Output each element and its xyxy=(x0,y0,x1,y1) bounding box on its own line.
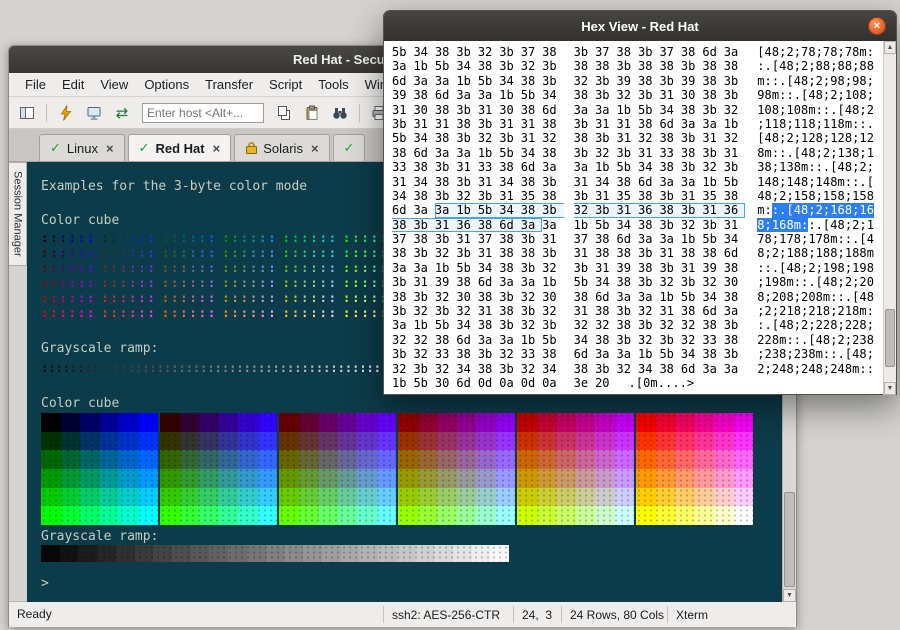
shell-prompt: > xyxy=(41,576,49,591)
hex-row: 3134383b3134383b3134386d3a3a1b5b148;148;… xyxy=(392,175,896,189)
tab-linux[interactable]: ✓ Linux × xyxy=(39,134,125,161)
hex-scrollbar[interactable]: ▲ ▼ xyxy=(883,41,896,395)
tab-close-icon[interactable]: × xyxy=(311,141,319,156)
hex-row: 3130383b3130386d3a3a1b5b34383b32108;108m… xyxy=(392,103,896,117)
hex-row: 5b34383b323b3132383b3132383b3132[48;2;12… xyxy=(392,131,896,145)
grayscale-label: Grayscale ramp: xyxy=(41,341,158,356)
color-cube-text-row: :::::::::::::::::::::::::::::::::::: xyxy=(41,231,398,246)
color-cube-block xyxy=(279,413,396,525)
status-terminal-size: 24 Rows, 80 Cols xyxy=(561,606,667,623)
big-color-cube xyxy=(41,413,753,525)
scrollbar-thumb[interactable] xyxy=(784,492,795,587)
color-cube-label: Color cube xyxy=(41,213,119,228)
tab-label: Solaris xyxy=(263,141,303,156)
hex-view-window: Hex View - Red Hat × 5b34383b323b37383b3… xyxy=(383,10,897,395)
hex-row: 6d3a3a1b5b34383b323b3136383b3136m::.[48;… xyxy=(392,203,896,217)
status-ready: Ready xyxy=(17,607,52,621)
hex-row: 1b5b306d0d0a0d0a3e20.[0m....> xyxy=(392,376,896,390)
color-cube-block xyxy=(398,413,515,525)
small-grayscale-ramp: ::::::::::::::::::::::::::::::::::::::::… xyxy=(41,361,403,376)
color-cube-block xyxy=(517,413,634,525)
find-binoculars-icon[interactable] xyxy=(328,101,352,125)
hex-row: 383b323b3138383b3138383b3138386d8;2;188;… xyxy=(392,246,896,260)
statusbar-panels: ssh2: AES-256-CTR 24, 3 24 Rows, 80 Cols… xyxy=(383,602,725,627)
hex-row: 5b34383b323b37383b37383b37386d3a[48;2;78… xyxy=(392,45,896,59)
tab-close-icon[interactable]: × xyxy=(106,141,114,156)
color-cube-block xyxy=(160,413,277,525)
scrollbar-thumb[interactable] xyxy=(885,309,895,367)
reconnect-arrows-icon[interactable]: ⇄ xyxy=(110,101,134,125)
hex-row: 3a1b5b34383b323b3232383b3232383b:.[48;2;… xyxy=(392,318,896,332)
hex-row: 39386d3a3a1b5b34383b323b3130383b98m::.[4… xyxy=(392,88,896,102)
connected-check-icon: ✓ xyxy=(139,141,150,156)
tab-close-icon[interactable]: × xyxy=(213,141,221,156)
menu-item-view[interactable]: View xyxy=(92,77,136,92)
terminal-heading: Examples for the 3-byte color mode xyxy=(41,179,307,194)
menu-item-script[interactable]: Script xyxy=(261,77,310,92)
menu-item-edit[interactable]: Edit xyxy=(54,77,92,92)
connected-check-icon: ✓ xyxy=(344,141,355,156)
new-terminal-icon[interactable] xyxy=(82,101,106,125)
status-emulation: Xterm xyxy=(667,606,725,623)
session-manager-tab[interactable]: Session Manager xyxy=(9,162,27,266)
menu-item-transfer[interactable]: Transfer xyxy=(197,77,261,92)
tab-solaris[interactable]: Solaris × xyxy=(234,134,329,161)
color-cube-label-2: Color cube xyxy=(41,396,119,411)
color-cube-text-row: :::::::::::::::::::::::::::::::::::: xyxy=(41,291,398,306)
tab-red-hat[interactable]: ✓ Red Hat × xyxy=(128,134,232,161)
scroll-up-icon[interactable]: ▲ xyxy=(884,41,896,54)
hex-window-title: Hex View - Red Hat xyxy=(581,19,699,34)
hex-body[interactable]: 5b34383b323b37383b37383b37386d3a[48;2;78… xyxy=(384,41,896,394)
hex-row: 3b323b3231383b3231383b3231386d3a;2;218;2… xyxy=(392,304,896,318)
hex-row: 383b3136386d3a3a1b5b34383b323b318;168m::… xyxy=(392,218,896,232)
host-input[interactable] xyxy=(142,103,264,123)
menu-item-options[interactable]: Options xyxy=(136,77,197,92)
hex-row: 34383b323b3135383b3135383b31353848;2;158… xyxy=(392,189,896,203)
hex-row: 383b3230383b3230386d3a3a1b5b34388;208;20… xyxy=(392,290,896,304)
hex-row: 3b3233383b3233386d3a3a1b5b34383b;238;238… xyxy=(392,347,896,361)
lock-icon xyxy=(245,142,257,155)
hex-row: 3b3139386d3a3a1b5b34383b323b3230;198m::.… xyxy=(392,275,896,289)
status-cursor-position: 24, 3 xyxy=(513,606,561,623)
big-grayscale-ramp xyxy=(41,545,509,562)
hex-row: 386d3a3a1b5b34383b323b3133383b318m::.[48… xyxy=(392,146,896,160)
color-cube-text-row: :::::::::::::::::::::::::::::::::::: xyxy=(41,261,398,276)
color-cube-block xyxy=(636,413,753,525)
tab-label: Red Hat xyxy=(155,141,204,156)
hex-row: 3b3131383b3131383b3131386d3a3a1b;118;118… xyxy=(392,117,896,131)
color-cube-text-row: :::::::::::::::::::::::::::::::::::: xyxy=(41,246,398,261)
tab-partial[interactable]: ✓ xyxy=(333,134,366,161)
hex-row: 3a3a1b5b34383b323b3139383b313938::.[48;2… xyxy=(392,261,896,275)
scroll-down-icon[interactable]: ▼ xyxy=(783,589,796,602)
quick-connect-lightning-icon[interactable] xyxy=(54,101,78,125)
color-cube-text-row: :::::::::::::::::::::::::::::::::::: xyxy=(41,276,398,291)
color-cube-text-row: :::::::::::::::::::::::::::::::::::: xyxy=(41,306,398,321)
small-color-cube: ::::::::::::::::::::::::::::::::::::::::… xyxy=(41,231,398,321)
hex-row: 323b3234383b3234383b3234386d3a3a2;248;24… xyxy=(392,362,896,376)
statusbar: Ready ssh2: AES-256-CTR 24, 3 24 Rows, 8… xyxy=(9,602,796,627)
hex-row: 3232386d3a3a1b5b34383b323b323338228m::.[… xyxy=(392,333,896,347)
close-icon[interactable]: × xyxy=(868,17,886,35)
scroll-down-icon[interactable]: ▼ xyxy=(884,382,896,395)
window-title: Red Hat - Secur xyxy=(293,52,390,67)
hex-row: 6d3a3a1b5b34383b323b39383b39383bm::.[48;… xyxy=(392,74,896,88)
status-cipher: ssh2: AES-256-CTR xyxy=(383,606,513,623)
hex-titlebar[interactable]: Hex View - Red Hat × xyxy=(384,11,896,41)
hex-row: 3a1b5b34383b323b38383b38383b3838:.[48;2;… xyxy=(392,59,896,73)
toolbar-separator xyxy=(46,104,47,122)
session-panes-icon[interactable] xyxy=(15,101,39,125)
hex-row: 37383b3137383b3137386d3a3a1b5b3478;178;1… xyxy=(392,232,896,246)
tab-label: Linux xyxy=(67,141,98,156)
connected-check-icon: ✓ xyxy=(50,141,61,156)
hex-row: 33383b3133386d3a3a1b5b34383b323b38;138m:… xyxy=(392,160,896,174)
menu-item-file[interactable]: File xyxy=(17,77,54,92)
toolbar-separator xyxy=(359,104,360,122)
grayscale-label-2: Grayscale ramp: xyxy=(41,529,158,544)
menu-item-tools[interactable]: Tools xyxy=(310,77,356,92)
paste-icon[interactable] xyxy=(300,101,324,125)
session-manager-label: Session Manager xyxy=(12,171,24,257)
color-cube-block xyxy=(41,413,158,525)
copy-icon[interactable] xyxy=(272,101,296,125)
